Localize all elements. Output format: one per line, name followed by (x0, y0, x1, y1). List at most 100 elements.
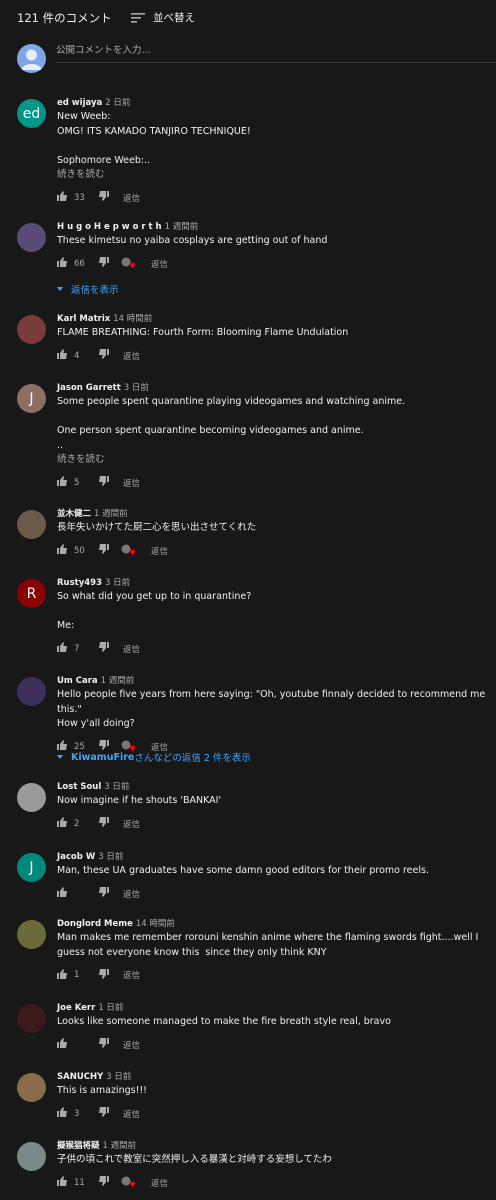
author-name[interactable]: Jason Garrett (57, 383, 121, 393)
timestamp[interactable]: 14 時間前 (113, 314, 152, 324)
author-name[interactable]: ed wijaya (57, 98, 102, 108)
thumb-down-icon (99, 817, 109, 827)
dislike-button[interactable] (98, 1107, 109, 1120)
comment-actions: 5 返信 (57, 474, 487, 492)
like-button[interactable] (57, 887, 68, 900)
reply-button[interactable]: 返信 (123, 477, 140, 489)
author-name[interactable]: H u g o H e p w o r t h (57, 222, 162, 232)
reply-button[interactable]: 返信 (123, 1108, 140, 1120)
comment-text: This is amazings!!! (57, 1085, 147, 1096)
avatar[interactable] (17, 315, 46, 344)
author-name[interactable]: 擬猴猖将疑 (57, 1141, 100, 1151)
author-name[interactable]: Donglord Meme (57, 919, 133, 929)
timestamp[interactable]: 1 週間前 (94, 509, 128, 519)
author-name[interactable]: Um Cara (57, 676, 98, 686)
like-button[interactable] (57, 349, 68, 362)
avatar-letter: ed (22, 105, 41, 122)
author-name[interactable]: Rusty493 (57, 578, 102, 588)
like-button[interactable] (57, 642, 68, 655)
timestamp[interactable]: 1 週間前 (101, 676, 135, 686)
timestamp[interactable]: 1 週間前 (165, 222, 199, 232)
avatar[interactable] (17, 1073, 46, 1102)
avatar[interactable] (17, 677, 46, 706)
comment-text: 子供の頃これで教室に突然押し入る暴漢と対峙する妄想してたわ (57, 1154, 332, 1165)
timestamp[interactable]: 1 週間前 (103, 1141, 137, 1151)
comment-body: 並木健二 1 週間前 長年失いかけてた厨二心を思い出させてくれた 50 返信 (57, 507, 487, 560)
dislike-button[interactable] (98, 476, 109, 489)
avatar[interactable]: J (17, 384, 46, 413)
timestamp[interactable]: 3 日前 (105, 578, 130, 588)
author-name[interactable]: SANUCHY (57, 1072, 103, 1082)
like-button[interactable] (57, 257, 68, 270)
like-button[interactable] (57, 1038, 68, 1051)
reply-button[interactable]: 返信 (123, 350, 140, 362)
dislike-button[interactable] (98, 642, 109, 655)
author-name[interactable]: Lost Soul (57, 782, 101, 792)
reply-button[interactable]: 返信 (123, 192, 140, 204)
dislike-button[interactable] (98, 968, 109, 982)
comment-actions: 1 返信 (57, 966, 487, 984)
reply-button[interactable]: 返信 (123, 969, 140, 981)
reply-button[interactable]: 返信 (151, 258, 168, 270)
timestamp[interactable]: 3 日前 (106, 1072, 131, 1082)
reply-button[interactable]: 返信 (123, 643, 140, 655)
reply-button[interactable]: 返信 (151, 1177, 168, 1189)
like-button[interactable] (57, 817, 68, 830)
avatar[interactable]: J (17, 853, 46, 882)
thumb-down-icon (99, 544, 109, 554)
dislike-button[interactable] (98, 1176, 109, 1189)
comment-text: Man, these UA graduates have some damn g… (57, 865, 429, 876)
author-name[interactable]: 並木健二 (57, 509, 91, 519)
avatar[interactable] (17, 783, 46, 812)
reply-button[interactable]: 返信 (123, 888, 140, 900)
thumb-up-icon (57, 642, 67, 652)
dislike-button[interactable] (98, 544, 109, 557)
author-name[interactable]: Jacob W (57, 852, 95, 862)
comment-body: ed wijaya 2 日前 New Weeb: OMG! ITS KAMADO T… (57, 96, 487, 207)
avatar[interactable] (17, 510, 46, 539)
dislike-button[interactable] (98, 1038, 109, 1051)
timestamp[interactable]: 14 時間前 (136, 919, 175, 929)
comment-actions: 11 返信 (57, 1174, 487, 1192)
avatar[interactable]: R (17, 579, 46, 608)
avatar[interactable]: ed (17, 99, 46, 128)
timestamp[interactable]: 1 日前 (98, 1003, 123, 1013)
avatar[interactable] (17, 920, 46, 949)
like-button[interactable] (57, 968, 68, 982)
comments-header: 121 件のコメント (17, 10, 112, 26)
dislike-button[interactable] (98, 349, 109, 362)
reply-button[interactable]: 返信 (151, 545, 168, 557)
author-name[interactable]: Joe Kerr (57, 1003, 95, 1013)
like-button[interactable] (57, 1107, 68, 1120)
like-count: 33 (74, 192, 85, 203)
author-name[interactable]: Karl Matrix (57, 314, 110, 324)
like-button[interactable] (57, 1176, 68, 1189)
avatar[interactable] (17, 1004, 46, 1033)
timestamp[interactable]: 3 日前 (104, 782, 129, 792)
timestamp[interactable]: 3 日前 (98, 852, 123, 862)
comment-input[interactable]: 公開コメントを入力... (56, 44, 496, 63)
dislike-button[interactable] (98, 257, 109, 270)
avatar[interactable] (17, 223, 46, 252)
read-more-link[interactable]: 続きを読む (57, 453, 487, 468)
thumb-up-icon (57, 349, 67, 359)
view-replies-button[interactable]: KiwamuFire さんなどの返信 2 件を表示 (57, 750, 251, 764)
like-button[interactable] (57, 191, 68, 204)
dislike-button[interactable] (98, 887, 109, 900)
view-replies-button[interactable]: 返信を表示 (57, 282, 119, 296)
timestamp[interactable]: 2 日前 (105, 98, 130, 108)
reply-button[interactable]: 返信 (123, 818, 140, 830)
avatar[interactable] (17, 1142, 46, 1171)
like-count: 4 (74, 350, 80, 361)
dislike-button[interactable] (98, 817, 109, 830)
reply-button[interactable]: 返信 (123, 1039, 140, 1051)
dislike-button[interactable] (98, 191, 109, 204)
comment-text: Man makes me remember rorouni kenshin an… (57, 932, 482, 958)
like-button[interactable] (57, 476, 68, 489)
sort-button[interactable]: 並べ替え (131, 10, 195, 25)
like-count: 5 (74, 477, 80, 488)
timestamp[interactable]: 3 日前 (124, 383, 149, 393)
like-button[interactable] (57, 544, 68, 557)
creator-heart-icon (121, 257, 137, 271)
read-more-link[interactable]: 続きを読む (57, 168, 487, 183)
